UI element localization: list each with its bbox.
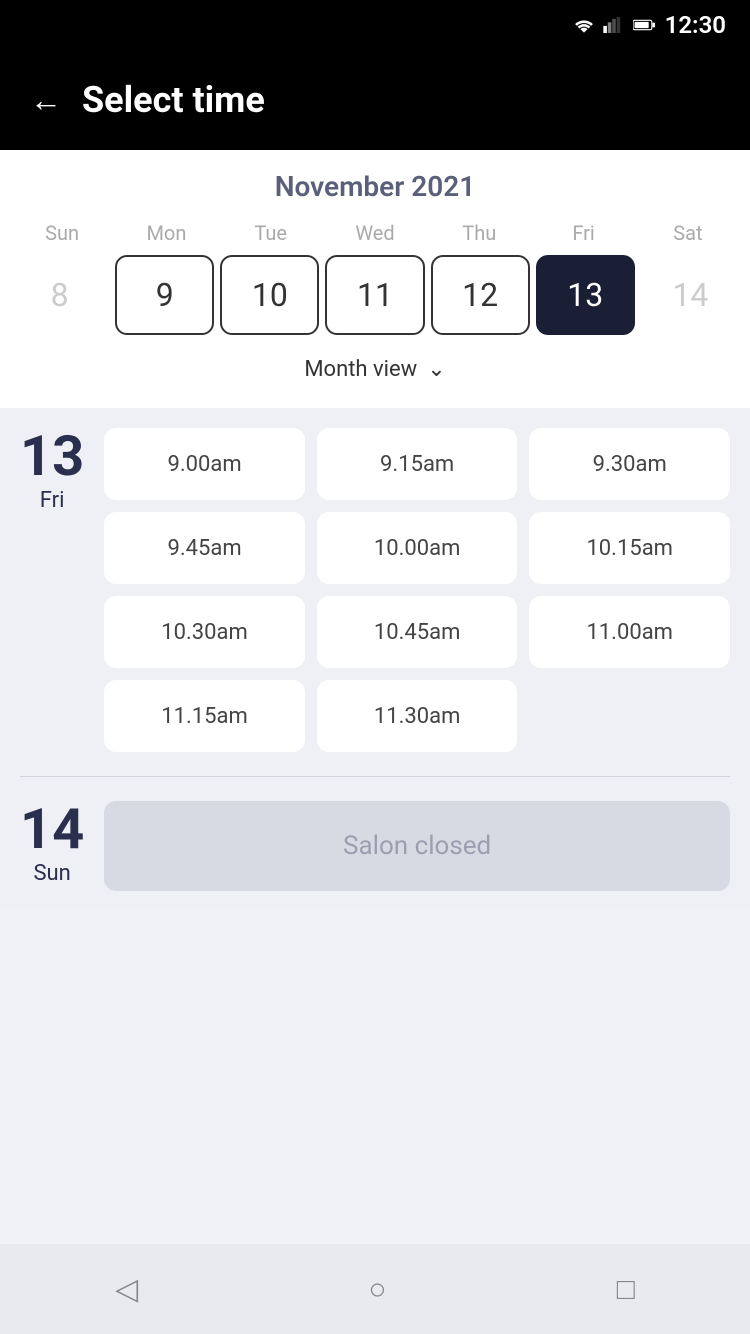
time-slot-1015am[interactable]: 10.15am	[529, 512, 730, 584]
page-title: Select time	[82, 79, 265, 121]
nav-back-button[interactable]: ◁	[115, 1272, 138, 1307]
weekdays-row: Sun Mon Tue Wed Thu Fri Sat	[0, 221, 750, 245]
day-13[interactable]: 13	[536, 255, 635, 335]
day-section-14: 14 Sun Salon closed	[20, 801, 730, 891]
signal-icon	[603, 17, 625, 33]
status-bar: 12:30	[0, 0, 750, 50]
time-slot-1030am[interactable]: 10.30am	[104, 596, 305, 668]
battery-icon	[633, 17, 655, 33]
calendar-section: November 2021 Sun Mon Tue Wed Thu Fri Sa…	[0, 150, 750, 408]
time-slot-945am[interactable]: 9.45am	[104, 512, 305, 584]
header: ← Select time	[0, 50, 750, 150]
divider	[20, 776, 730, 777]
day-num-13: 13	[20, 428, 84, 484]
salon-closed-message: Salon closed	[104, 801, 730, 891]
timeslots-area: 13 Fri 9.00am 9.15am 9.30am 9.45am 10.00…	[0, 408, 750, 911]
time-slot-930am[interactable]: 9.30am	[529, 428, 730, 500]
chevron-down-icon: ⌄	[427, 357, 445, 382]
weekday-thu: Thu	[427, 221, 531, 245]
day-label-13: 13 Fri	[20, 428, 84, 513]
day-12[interactable]: 12	[431, 255, 530, 335]
day-9[interactable]: 9	[115, 255, 214, 335]
back-button[interactable]: ←	[30, 84, 62, 116]
day-label-14: 14 Sun	[20, 801, 84, 886]
month-view-label: Month view	[304, 357, 417, 382]
weekday-tue: Tue	[219, 221, 323, 245]
time-slot-1130am[interactable]: 11.30am	[317, 680, 518, 752]
month-view-toggle[interactable]: Month view ⌄	[0, 347, 750, 398]
time-slot-1115am[interactable]: 11.15am	[104, 680, 305, 752]
time-slot-1100am[interactable]: 11.00am	[529, 596, 730, 668]
time-slot-915am[interactable]: 9.15am	[317, 428, 518, 500]
day-name-13: Fri	[20, 488, 84, 513]
weekday-sat: Sat	[636, 221, 740, 245]
days-row: 8 9 10 11 12 13 14	[0, 255, 750, 335]
weekday-mon: Mon	[114, 221, 218, 245]
status-time: 12:30	[665, 11, 726, 39]
day-num-14: 14	[20, 801, 84, 857]
wifi-icon	[573, 17, 595, 33]
weekday-wed: Wed	[323, 221, 427, 245]
day-name-14: Sun	[20, 861, 84, 886]
time-grid-13: 9.00am 9.15am 9.30am 9.45am 10.00am 10.1…	[104, 428, 730, 752]
day-8[interactable]: 8	[10, 255, 109, 335]
time-slot-900am[interactable]: 9.00am	[104, 428, 305, 500]
day-14[interactable]: 14	[641, 255, 740, 335]
day-section-13: 13 Fri 9.00am 9.15am 9.30am 9.45am 10.00…	[20, 428, 730, 752]
nav-recent-button[interactable]: □	[617, 1272, 635, 1307]
time-slot-1000am[interactable]: 10.00am	[317, 512, 518, 584]
day-header-13: 13 Fri 9.00am 9.15am 9.30am 9.45am 10.00…	[20, 428, 730, 752]
time-slot-1045am[interactable]: 10.45am	[317, 596, 518, 668]
weekday-sun: Sun	[10, 221, 114, 245]
bottom-nav: ◁ ○ □	[0, 1244, 750, 1334]
status-icons	[573, 17, 655, 33]
nav-home-button[interactable]: ○	[368, 1272, 386, 1307]
closed-row-14: 14 Sun Salon closed	[20, 801, 730, 891]
day-11[interactable]: 11	[325, 255, 424, 335]
day-10[interactable]: 10	[220, 255, 319, 335]
month-title: November 2021	[0, 170, 750, 203]
weekday-fri: Fri	[531, 221, 635, 245]
